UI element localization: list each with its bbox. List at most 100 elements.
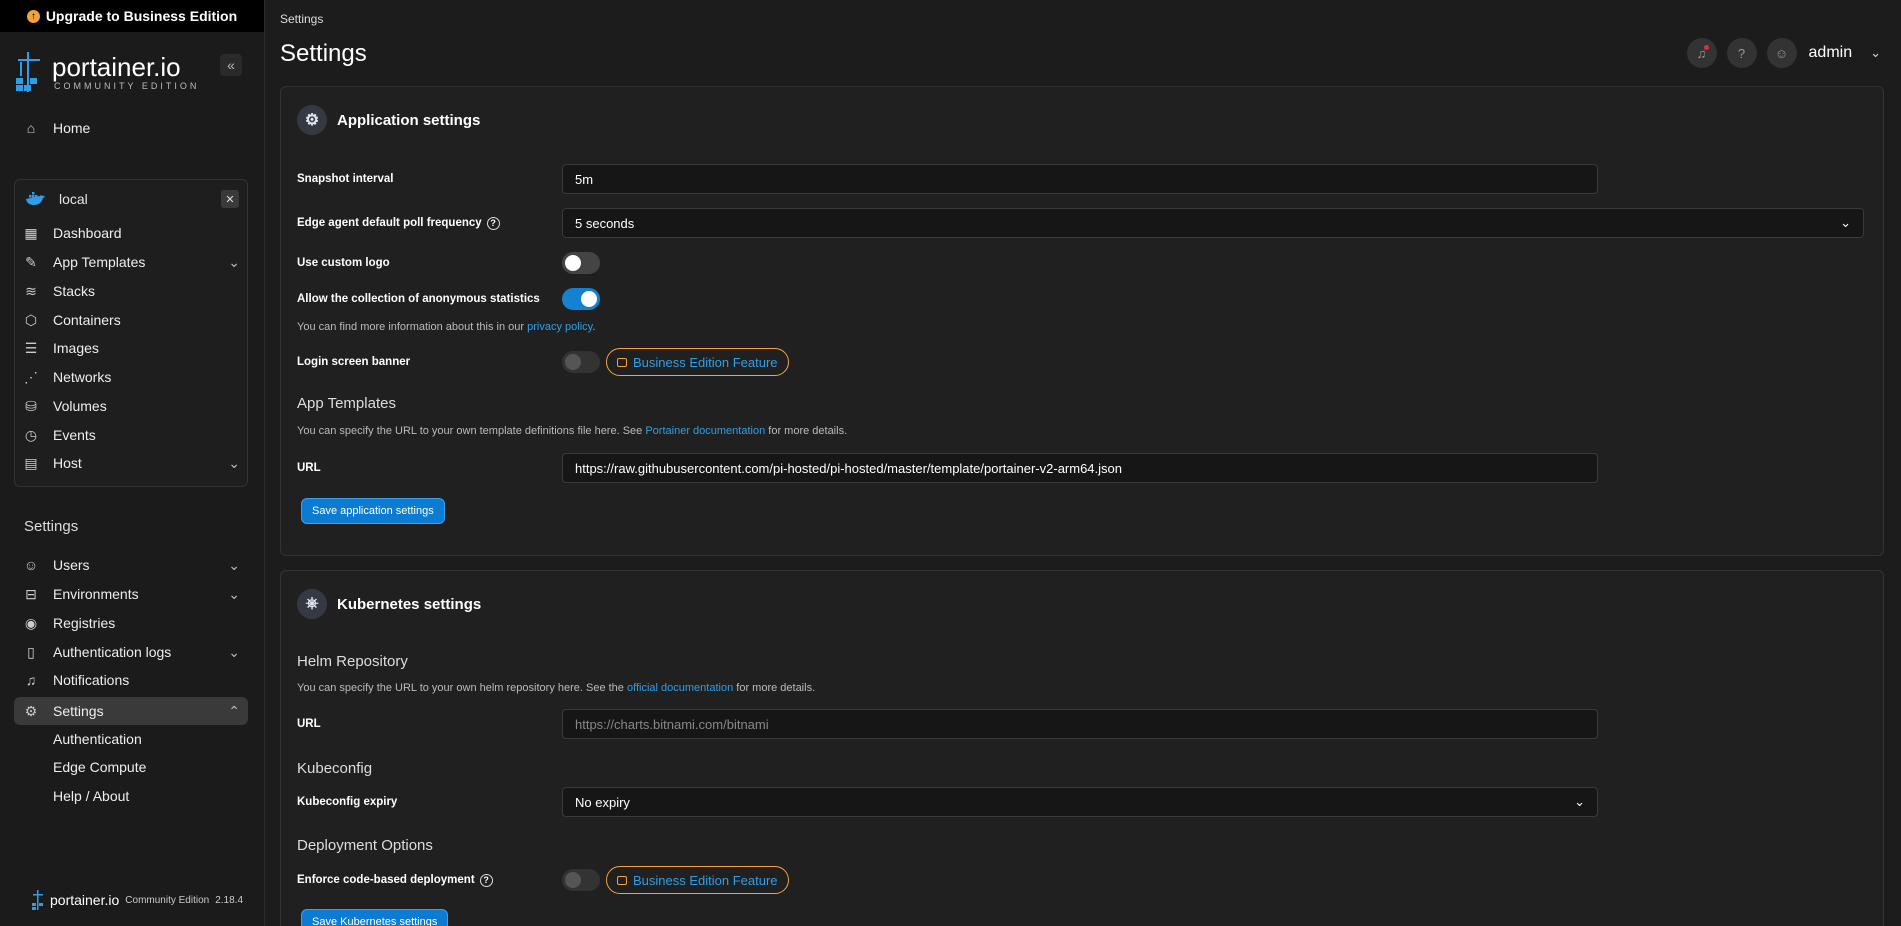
enforce-deployment-label: Enforce code-based deployment ? <box>297 873 562 887</box>
sidebar-item-label: Notifications <box>53 672 130 688</box>
chevron-up-icon: ⌃ <box>228 702 240 719</box>
helm-url-row: URL https://charts.bitnami.com/bitnami <box>297 709 1883 739</box>
user-icon: ☺ <box>23 557 39 573</box>
sidebar-item-registries[interactable]: ◉ Registries <box>24 610 240 636</box>
layers-icon: ≋ <box>25 282 37 299</box>
helm-url-input[interactable]: https://charts.bitnami.com/bitnami <box>562 709 1598 739</box>
sidebar-item-volumes[interactable]: ⛁ Volumes <box>24 393 240 419</box>
user-name[interactable]: admin <box>1809 44 1853 62</box>
radio-icon: ◉ <box>24 614 38 631</box>
clock-icon: ◷ <box>24 426 38 443</box>
sidebar-item-home[interactable]: ⌂ Home <box>24 115 240 141</box>
custom-logo-toggle[interactable] <box>562 252 600 274</box>
environment-name: local <box>59 191 88 207</box>
sidebar-subitem-edge-compute[interactable]: Edge Compute <box>53 755 146 779</box>
sidebar-subitem-help-about[interactable]: Help / About <box>53 784 129 808</box>
server-icon: ▤ <box>24 454 38 471</box>
poll-frequency-row: Edge agent default poll frequency ? 5 se… <box>297 208 1883 238</box>
sidebar-item-networks[interactable]: ⋰ Networks <box>24 364 240 390</box>
kubeconfig-expiry-select[interactable]: No expiry ⌄ <box>562 787 1598 817</box>
templates-url-input[interactable]: https://raw.githubusercontent.com/pi-hos… <box>562 453 1598 483</box>
sidebar-item-label: Dashboard <box>53 225 122 241</box>
app-templates-heading: App Templates <box>297 395 396 412</box>
sidebar-item-environments[interactable]: ⊟ Environments ⌄ <box>24 581 240 607</box>
snapshot-interval-label: Snapshot interval <box>297 173 394 185</box>
snapshot-interval-row: Snapshot interval 5m <box>297 164 1883 194</box>
sidebar-item-label: Registries <box>53 615 116 631</box>
sidebar-subitem-authentication[interactable]: Authentication <box>53 727 142 751</box>
list-icon: ☰ <box>24 339 38 356</box>
kubernetes-icon: ⎈ <box>297 589 327 619</box>
sidebar-item-stacks[interactable]: ≋ Stacks <box>24 278 240 304</box>
portainer-documentation-link[interactable]: Portainer documentation <box>645 425 765 437</box>
login-banner-row: Login screen banner Business Edition Fea… <box>297 347 1883 377</box>
helm-url-label: URL <box>297 718 321 730</box>
save-kubernetes-settings-button[interactable]: Save Kubernetes settings <box>301 909 449 926</box>
templates-url-label: URL <box>297 462 321 474</box>
login-banner-label: Login screen banner <box>297 356 411 368</box>
briefcase-icon <box>617 357 627 367</box>
enforce-deployment-row: Enforce code-based deployment ? Business… <box>297 865 1883 895</box>
custom-logo-label: Use custom logo <box>297 257 390 269</box>
gear-icon: ⚙ <box>297 105 327 135</box>
help-circle-icon[interactable]: ? <box>479 873 493 887</box>
footer-version: 2.18.4 <box>215 894 244 906</box>
chevron-down-icon: ⌄ <box>228 643 240 660</box>
sidebar-item-label: Containers <box>53 312 121 328</box>
environment-header[interactable]: local ✕ <box>25 186 239 212</box>
bell-icon: ♫ <box>25 672 37 688</box>
application-settings-panel: ⚙ Application settings Snapshot interval… <box>280 86 1884 556</box>
chevron-down-icon[interactable]: ⌄ <box>1870 45 1881 61</box>
sidebar-item-events[interactable]: ◷ Events <box>24 422 240 448</box>
anonymous-stats-toggle[interactable] <box>562 288 600 310</box>
sidebar-footer: portainer.io Community Edition 2.18.4 <box>32 890 243 910</box>
help-button[interactable]: ? <box>1726 38 1757 68</box>
sidebar-item-label: Host <box>53 455 82 471</box>
footer-brand: portainer.io <box>50 892 120 908</box>
upgrade-banner[interactable]: ↑ Upgrade to Business Edition <box>0 0 264 32</box>
breadcrumb: Settings <box>280 12 324 26</box>
notifications-button[interactable]: ♫ <box>1686 38 1717 68</box>
help-circle-icon: ? <box>1737 45 1746 61</box>
avatar[interactable]: ☺ <box>1766 38 1797 68</box>
sidebar-item-images[interactable]: ☰ Images <box>24 335 240 361</box>
brand-logo[interactable]: portainer.io COMMUNITY EDITION « <box>14 50 250 94</box>
docker-icon <box>26 192 45 205</box>
save-application-settings-button[interactable]: Save application settings <box>301 498 445 524</box>
kubernetes-settings-panel: ⎈ Kubernetes settings Helm Repository Yo… <box>280 570 1884 926</box>
portainer-logo-icon <box>32 890 43 910</box>
sidebar-item-containers[interactable]: ⬡ Containers <box>24 307 240 333</box>
sidebar-item-authentication-logs[interactable]: ▯ Authentication logs ⌄ <box>24 639 240 665</box>
sidebar-item-users[interactable]: ☺ Users ⌄ <box>24 552 240 578</box>
sidebar-item-label: Networks <box>53 369 112 385</box>
sidebar-item-label: Authentication logs <box>53 644 172 660</box>
enforce-deployment-toggle <box>562 869 600 891</box>
briefcase-icon <box>617 875 627 885</box>
notification-dot <box>1703 45 1709 50</box>
privacy-policy-link[interactable]: privacy policy <box>527 321 592 333</box>
kubeconfig-expiry-row: Kubeconfig expiry No expiry ⌄ <box>297 787 1883 817</box>
box-icon: ⬡ <box>24 311 38 328</box>
chevron-down-icon: ⌄ <box>228 253 240 270</box>
sidebar-item-dashboard[interactable]: ▦ Dashboard <box>24 220 240 246</box>
snapshot-interval-input[interactable]: 5m <box>562 164 1598 194</box>
sidebar-item-label: Volumes <box>53 398 107 414</box>
sidebar-item-settings[interactable]: ⚙ Settings ⌃ <box>24 698 240 724</box>
official-documentation-link[interactable]: official documentation <box>627 682 733 694</box>
sidebar-item-host[interactable]: ▤ Host ⌄ <box>24 450 240 476</box>
help-circle-icon[interactable]: ? <box>486 216 500 230</box>
anonymous-stats-label: Allow the collection of anonymous statis… <box>297 293 540 305</box>
business-edition-badge[interactable]: Business Edition Feature <box>606 348 789 376</box>
business-edition-badge[interactable]: Business Edition Feature <box>606 866 789 894</box>
sidebar-item-notifications[interactable]: ♫ Notifications <box>24 667 240 693</box>
close-environment-button[interactable]: ✕ <box>221 190 239 208</box>
collapse-sidebar-button[interactable]: « <box>220 54 242 76</box>
brand-name: portainer.io <box>52 51 181 82</box>
footer-edition: Community Edition <box>125 894 210 906</box>
arrow-up-icon: ↑ <box>26 9 40 23</box>
anonymous-stats-row: Allow the collection of anonymous statis… <box>297 284 1883 314</box>
header-actions: ♫ ? ☺ admin ⌄ <box>1686 38 1881 68</box>
chevron-down-icon: ⌄ <box>228 585 240 602</box>
poll-frequency-select[interactable]: 5 seconds ⌄ <box>562 208 1864 238</box>
sidebar-item-app-templates[interactable]: ✎ App Templates ⌄ <box>24 249 240 275</box>
